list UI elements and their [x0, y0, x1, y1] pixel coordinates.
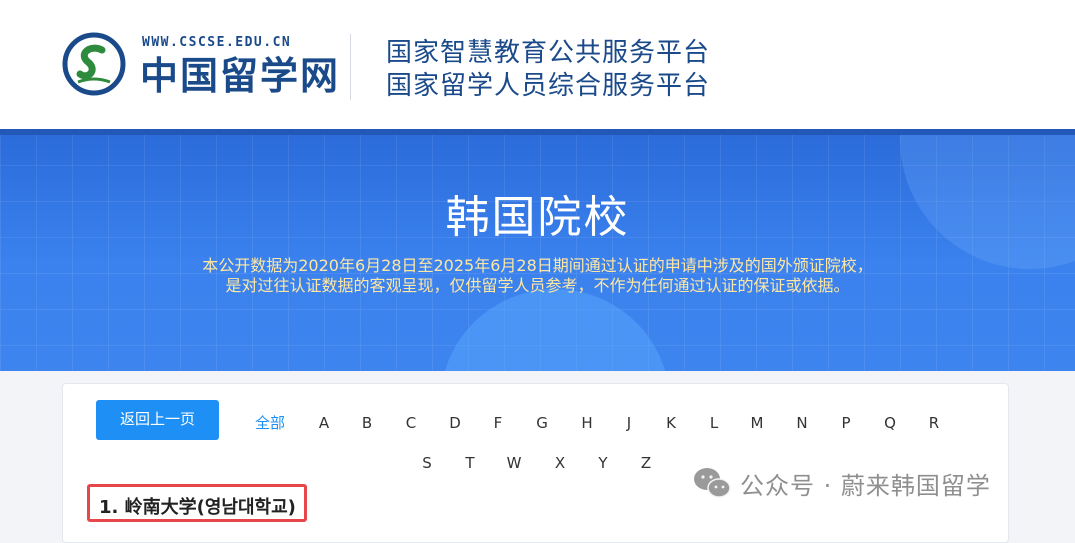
filter-letter[interactable]: Q: [878, 413, 902, 433]
logo-url: WWW.CSCSE.EDU.CN: [142, 35, 292, 50]
wechat-icon: [694, 468, 731, 498]
filter-letter[interactable]: G: [530, 413, 554, 433]
filter-letter[interactable]: B: [355, 413, 379, 433]
page-title: 韩国院校: [445, 192, 630, 243]
header-divider: [350, 34, 351, 100]
filter-letter[interactable]: L: [702, 413, 726, 433]
filter-letter[interactable]: T: [458, 453, 482, 473]
banner-subtitle-1: 本公开数据为2020年6月28日至2025年6月28日期间通过认证的申请中涉及的…: [202, 256, 873, 275]
logo-name[interactable]: 中国留学网: [140, 52, 340, 100]
filter-letter[interactable]: N: [790, 413, 814, 433]
platform-name-2: 国家留学人员综合服务平台: [386, 71, 711, 101]
banner-subtitle-2: 是对过往认证数据的客观呈现，仅供留学人员参考，不作为任何通过认证的保证或依据。: [225, 276, 850, 295]
platform-name-1: 国家智慧教育公共服务平台: [386, 38, 711, 68]
filter-letter[interactable]: Y: [591, 453, 615, 473]
filter-all[interactable]: 全部: [250, 413, 290, 433]
filter-letter[interactable]: P: [834, 413, 858, 433]
filter-letter[interactable]: S: [415, 453, 439, 473]
banner-topline: [0, 129, 1075, 135]
university-item-highlight[interactable]: 1. 岭南大学(영남대학교): [87, 484, 307, 522]
wechat-watermark: 公众号 · 蔚来韩国留学: [692, 463, 991, 503]
filter-letter[interactable]: Z: [634, 453, 658, 473]
watermark-text: 公众号 · 蔚来韩国留学: [740, 471, 991, 500]
page-banner: 韩国院校 本公开数据为2020年6月28日至2025年6月28日期间通过认证的申…: [0, 129, 1075, 371]
filter-letter[interactable]: D: [443, 413, 467, 433]
university-name: 1. 岭南大学(영남대학교): [99, 497, 296, 518]
filter-letter[interactable]: F: [486, 413, 510, 433]
filter-letter[interactable]: R: [922, 413, 946, 433]
filter-letter[interactable]: J: [617, 413, 641, 433]
filter-letter[interactable]: H: [575, 413, 599, 433]
filter-letter[interactable]: W: [502, 453, 526, 473]
filter-letter[interactable]: C: [399, 413, 423, 433]
filter-letter[interactable]: K: [659, 413, 683, 433]
site-header: WWW.CSCSE.EDU.CN 中国留学网 国家智慧教育公共服务平台 国家留学…: [0, 0, 1075, 129]
filter-letter[interactable]: M: [745, 413, 769, 433]
filter-letter[interactable]: A: [312, 413, 336, 433]
cscse-logo-icon[interactable]: [62, 32, 126, 96]
filter-letter[interactable]: X: [548, 453, 572, 473]
back-button[interactable]: 返回上一页: [96, 400, 219, 440]
